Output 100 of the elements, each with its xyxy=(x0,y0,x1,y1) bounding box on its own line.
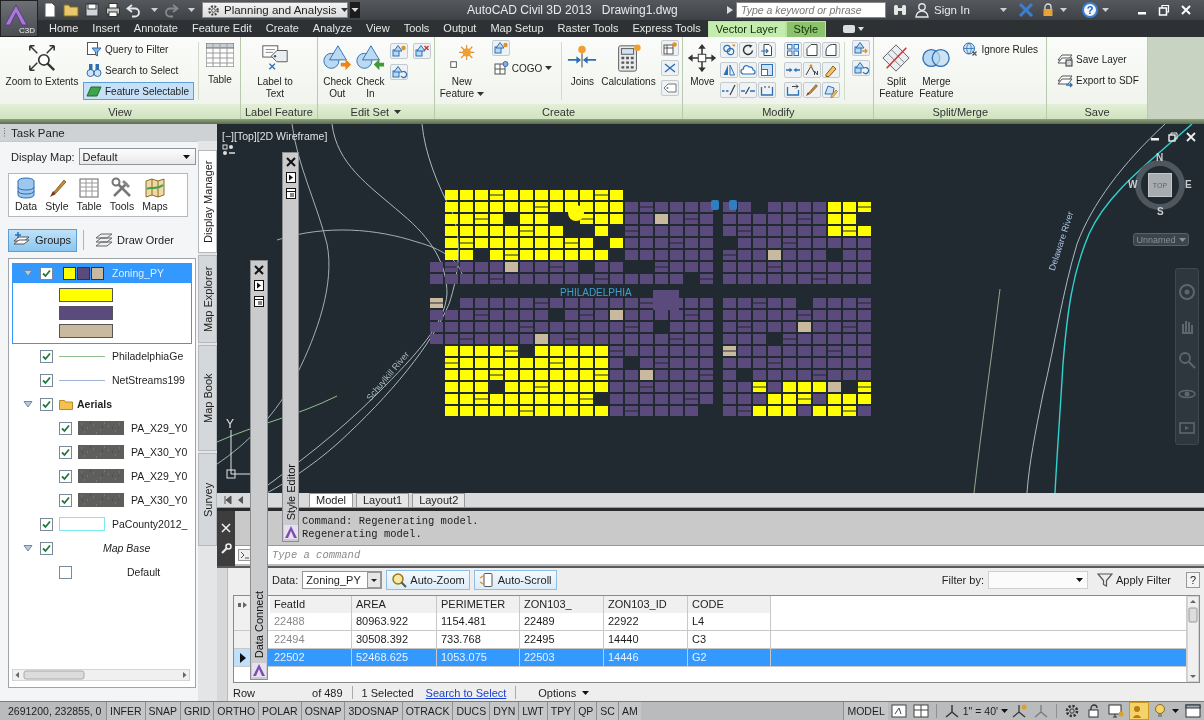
joins-button[interactable]: Joins xyxy=(566,40,599,102)
annotation-visibility-icon[interactable] xyxy=(1011,704,1027,718)
chamfer-icon[interactable] xyxy=(803,42,822,58)
line-break-icon[interactable] xyxy=(739,82,758,98)
save-icon[interactable] xyxy=(84,2,100,18)
viewports-icon[interactable] xyxy=(912,704,929,718)
layer-row[interactable]: PhiladelphiaGe xyxy=(12,344,192,368)
drawing-tools-icon[interactable] xyxy=(222,144,236,156)
ribbon-tab[interactable]: Insert xyxy=(85,20,127,37)
options-button[interactable]: Options xyxy=(537,685,591,700)
ribbon-tab[interactable]: Analyze xyxy=(305,20,359,37)
status-toggle[interactable]: INFER xyxy=(106,702,145,720)
caret-icon[interactable] xyxy=(151,8,158,12)
ribbon-tab[interactable]: Express Tools xyxy=(625,20,708,37)
export-to-sdf-button[interactable]: Export to SDF xyxy=(1054,71,1144,89)
tag-icon[interactable] xyxy=(661,80,680,96)
status-toggle[interactable]: 3DOSNAP xyxy=(344,702,402,720)
caret-icon[interactable] xyxy=(1102,8,1109,12)
lock-icon[interactable] xyxy=(1086,703,1102,719)
column-header[interactable]: ZON103_ xyxy=(520,596,604,615)
layer-row[interactable]: NetStreams199 xyxy=(12,368,192,392)
sign-in-link[interactable]: Sign In xyxy=(934,4,996,16)
properties-icon[interactable] xyxy=(285,188,296,199)
mirror-icon[interactable] xyxy=(720,62,739,78)
display-map-dropdown[interactable]: Default xyxy=(78,148,196,165)
checkbox[interactable] xyxy=(59,469,72,483)
status-toggle[interactable]: SNAP xyxy=(144,702,181,720)
checkbox[interactable] xyxy=(40,541,53,555)
ribbon-tab[interactable]: Feature Edit xyxy=(184,20,259,37)
ribbon-tab[interactable]: Style xyxy=(785,21,827,37)
grid-icon[interactable] xyxy=(784,42,803,58)
star-table-icon[interactable] xyxy=(661,40,680,56)
status-toggle[interactable]: POLAR xyxy=(258,702,301,720)
merge-feature-button[interactable]: Merge Feature xyxy=(915,40,958,102)
ribbon-tab[interactable]: Home xyxy=(42,20,86,37)
ribbon-tab[interactable]: Raster Tools xyxy=(550,20,626,37)
redo-icon[interactable] xyxy=(163,2,179,18)
table-button[interactable]: Table xyxy=(202,40,237,102)
expand-arrow-icon[interactable] xyxy=(727,6,733,14)
status-toggle[interactable]: QP xyxy=(574,702,597,720)
status-toggle[interactable]: SC xyxy=(596,702,618,720)
command-input[interactable]: Type a command xyxy=(272,547,1204,563)
layer-row[interactable]: PA_X30_Y0 xyxy=(12,440,192,464)
maps-button[interactable]: Maps xyxy=(139,176,171,213)
calculations-button[interactable]: Calculations xyxy=(598,40,659,102)
properties-icon[interactable] xyxy=(254,296,264,307)
search-to-select-link[interactable]: Search to Select xyxy=(425,686,507,699)
caret-icon[interactable] xyxy=(1172,709,1179,713)
status-toggle[interactable]: LWT xyxy=(518,702,547,720)
vertical-scrollbar[interactable] xyxy=(1186,596,1199,683)
arrows-inward-icon[interactable] xyxy=(784,62,803,78)
checkbox[interactable] xyxy=(59,565,72,579)
check-in-button[interactable]: Check In xyxy=(353,40,387,102)
auto-hide-icon[interactable] xyxy=(254,280,264,291)
tools-button[interactable]: Tools xyxy=(106,176,138,213)
layer-row[interactable]: Default xyxy=(12,560,192,584)
groups-button[interactable]: Groups xyxy=(8,228,78,252)
model-space-button[interactable]: MODEL xyxy=(843,702,888,720)
draw-order-button[interactable]: Draw Order xyxy=(90,228,180,252)
restore-icon[interactable] xyxy=(1158,4,1170,16)
layer-row[interactable]: Aerials xyxy=(12,392,192,416)
shapes-refresh-icon[interactable] xyxy=(389,64,408,80)
ribbon-tab[interactable]: Tools xyxy=(396,20,437,37)
layer-row[interactable]: PA_X29_Y0 xyxy=(12,416,192,440)
check-out-button[interactable]: Check Out xyxy=(320,40,354,102)
ribbon-options-icon[interactable] xyxy=(842,24,865,34)
layer-row[interactable]: PA_X30_Y0 xyxy=(12,488,192,512)
annotation-scale-dropdown[interactable]: 1" = 40' xyxy=(962,702,1008,720)
binoculars-icon[interactable] xyxy=(892,2,908,18)
compass-label[interactable]: S xyxy=(1157,207,1164,217)
auto-hide-icon[interactable] xyxy=(285,172,296,183)
column-header[interactable]: ZON103_ID xyxy=(604,596,688,615)
close-icon[interactable] xyxy=(254,265,264,275)
ribbon-tab[interactable]: Output xyxy=(436,20,484,37)
layer-row[interactable]: Map Base xyxy=(12,536,192,560)
checkbox[interactable] xyxy=(59,493,72,507)
horizontal-scrollbar[interactable] xyxy=(12,669,190,681)
bracket-icon[interactable] xyxy=(758,82,777,98)
merge-arrows-icon[interactable] xyxy=(661,60,680,76)
expand-arrow-icon[interactable] xyxy=(23,543,33,553)
auto-scroll-button[interactable]: Auto-Scroll xyxy=(473,569,557,590)
new-feature-button[interactable]: New Feature xyxy=(437,40,486,102)
ribbon-tab[interactable]: Vector Layer xyxy=(707,21,786,37)
new-file-icon[interactable] xyxy=(42,2,58,18)
pencil-icon[interactable] xyxy=(822,62,841,78)
caret-icon[interactable] xyxy=(350,2,360,18)
panel-grip[interactable] xyxy=(217,568,228,701)
compass-label[interactable]: E xyxy=(1185,180,1192,190)
style-button[interactable]: Style xyxy=(42,176,72,213)
layer-dropdown[interactable]: Zoning_PY xyxy=(302,570,383,589)
ignore-rules-button[interactable]: Ignore Rules xyxy=(959,40,1044,58)
viewport-control[interactable]: [−] xyxy=(222,130,234,142)
caret-icon[interactable] xyxy=(1060,8,1067,12)
wrench-icon[interactable] xyxy=(220,543,232,555)
lightbulb-icon[interactable] xyxy=(1154,703,1166,719)
caret-icon[interactable] xyxy=(188,8,195,12)
checkbox[interactable] xyxy=(40,397,53,411)
checkbox[interactable] xyxy=(59,445,72,459)
first-tab-icon[interactable] xyxy=(223,495,233,505)
apply-filter-button[interactable]: Apply Filter xyxy=(1091,569,1176,590)
